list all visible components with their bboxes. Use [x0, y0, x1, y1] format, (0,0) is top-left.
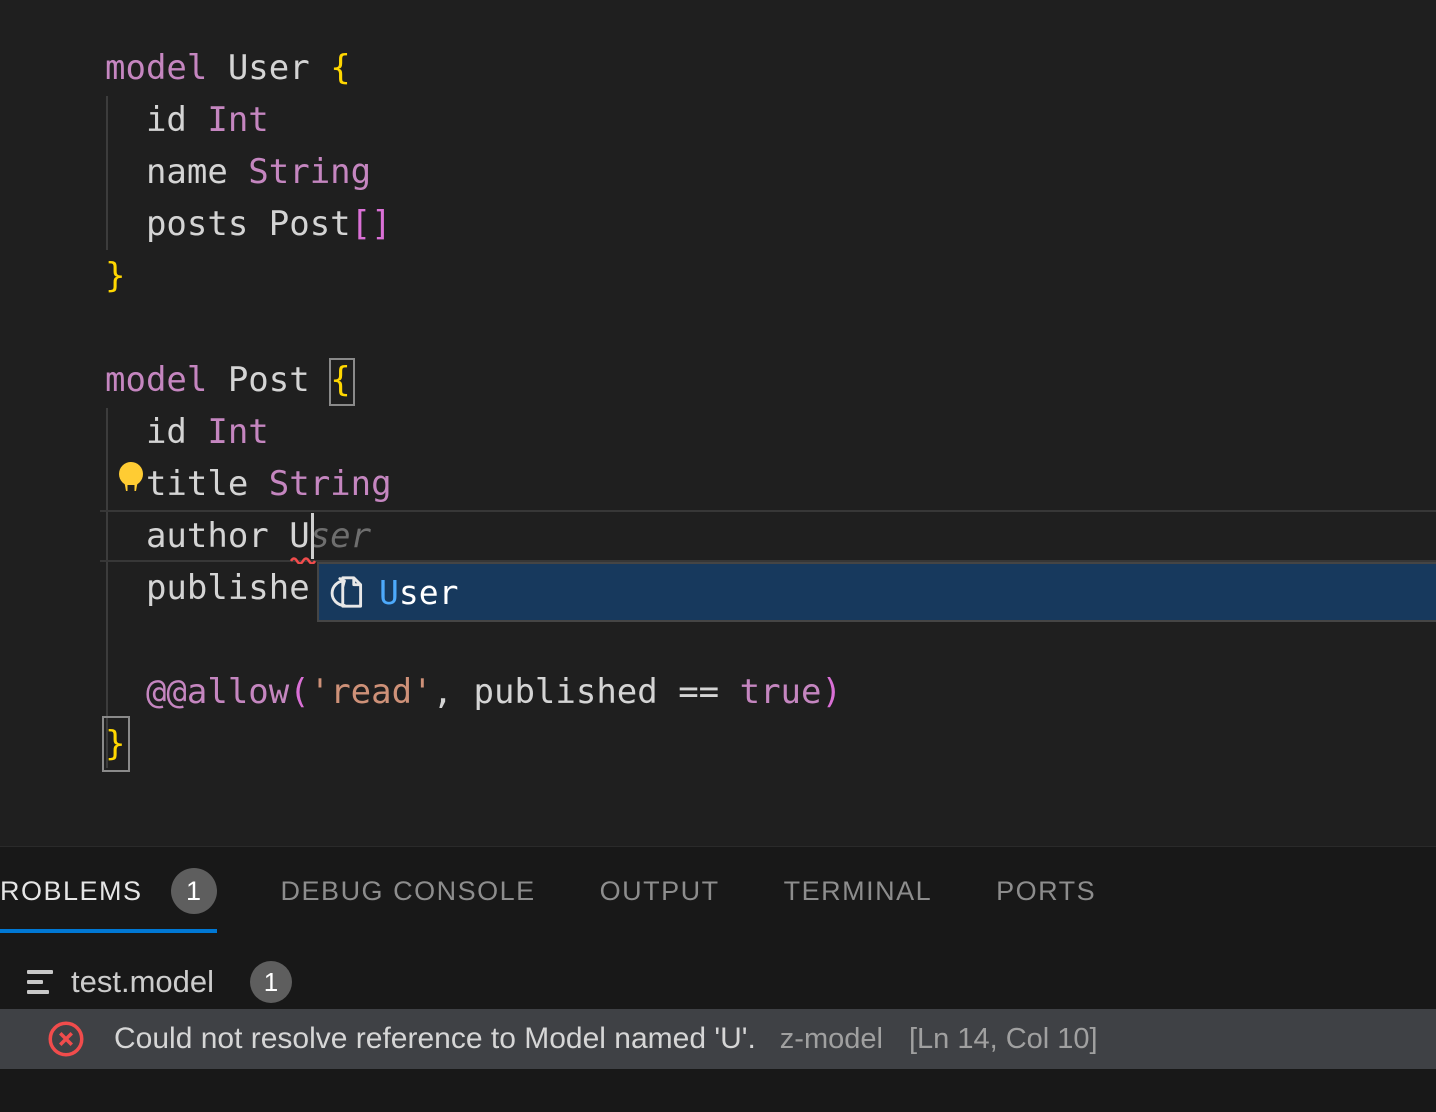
tab-output-label: OUTPUT: [600, 876, 720, 907]
suggest-item-user[interactable]: User: [319, 564, 1436, 620]
active-tab-indicator: [0, 929, 217, 933]
suggest-rest-text: ser: [399, 573, 459, 612]
problem-location: [Ln 14, Col 10]: [909, 1023, 1098, 1056]
code-line[interactable]: model Post {: [105, 354, 842, 406]
tab-debug-console[interactable]: DEBUG CONSOLE: [281, 847, 536, 935]
text-file-icon: [27, 970, 54, 994]
code-lines: model User { id Int name String posts Po…: [105, 42, 842, 770]
symbol-reference-icon: [327, 571, 369, 613]
problems-file-row[interactable]: test.model 1: [0, 955, 1436, 1009]
code-line[interactable]: }: [105, 250, 842, 302]
code-line[interactable]: @@allow('read', published == true): [105, 666, 842, 718]
suggest-match-text: U: [379, 573, 399, 612]
code-line[interactable]: }: [105, 718, 842, 770]
error-squiggle-icon: [290, 554, 316, 564]
code-editor[interactable]: model User { id Int name String posts Po…: [0, 0, 1436, 846]
problem-message: Could not resolve reference to Model nam…: [114, 1022, 756, 1056]
panel-tab-bar: ROBLEMS 1 DEBUG CONSOLE OUTPUT TERMINAL …: [0, 847, 1436, 935]
tab-ports-label: PORTS: [996, 876, 1096, 907]
vscode-window: model User { id Int name String posts Po…: [0, 0, 1436, 1112]
bracket-match-highlight: [102, 716, 130, 772]
code-line[interactable]: id Int: [105, 406, 842, 458]
suggest-widget: User: [317, 562, 1436, 622]
tab-terminal-label: TERMINAL: [784, 876, 933, 907]
bottom-panel: ROBLEMS 1 DEBUG CONSOLE OUTPUT TERMINAL …: [0, 846, 1436, 1112]
code-line[interactable]: name String: [105, 146, 842, 198]
tab-output[interactable]: OUTPUT: [600, 847, 720, 935]
problems-file-name: test.model: [71, 964, 214, 1000]
code-line[interactable]: title String: [105, 458, 842, 510]
code-line[interactable]: model User {: [105, 42, 842, 94]
bracket-match-highlight: [329, 358, 355, 406]
code-line[interactable]: posts Post[]: [105, 198, 842, 250]
problem-source: z-model: [780, 1023, 883, 1056]
problems-count-badge: 1: [171, 868, 217, 914]
text-cursor: [311, 513, 314, 559]
tab-terminal[interactable]: TERMINAL: [784, 847, 933, 935]
code-line[interactable]: [105, 302, 842, 354]
tab-problems[interactable]: ROBLEMS 1: [0, 847, 217, 935]
code-line[interactable]: id Int: [105, 94, 842, 146]
tab-debug-console-label: DEBUG CONSOLE: [281, 876, 536, 907]
file-problems-count-badge: 1: [250, 961, 292, 1003]
suggest-item-label: User: [379, 573, 458, 612]
code-line[interactable]: author User: [105, 510, 842, 562]
tab-ports[interactable]: PORTS: [996, 847, 1096, 935]
tab-problems-label: ROBLEMS: [0, 876, 143, 907]
error-circle-icon: [46, 1019, 86, 1059]
lightbulb-icon[interactable]: [113, 460, 149, 496]
problem-row[interactable]: Could not resolve reference to Model nam…: [0, 1009, 1436, 1069]
